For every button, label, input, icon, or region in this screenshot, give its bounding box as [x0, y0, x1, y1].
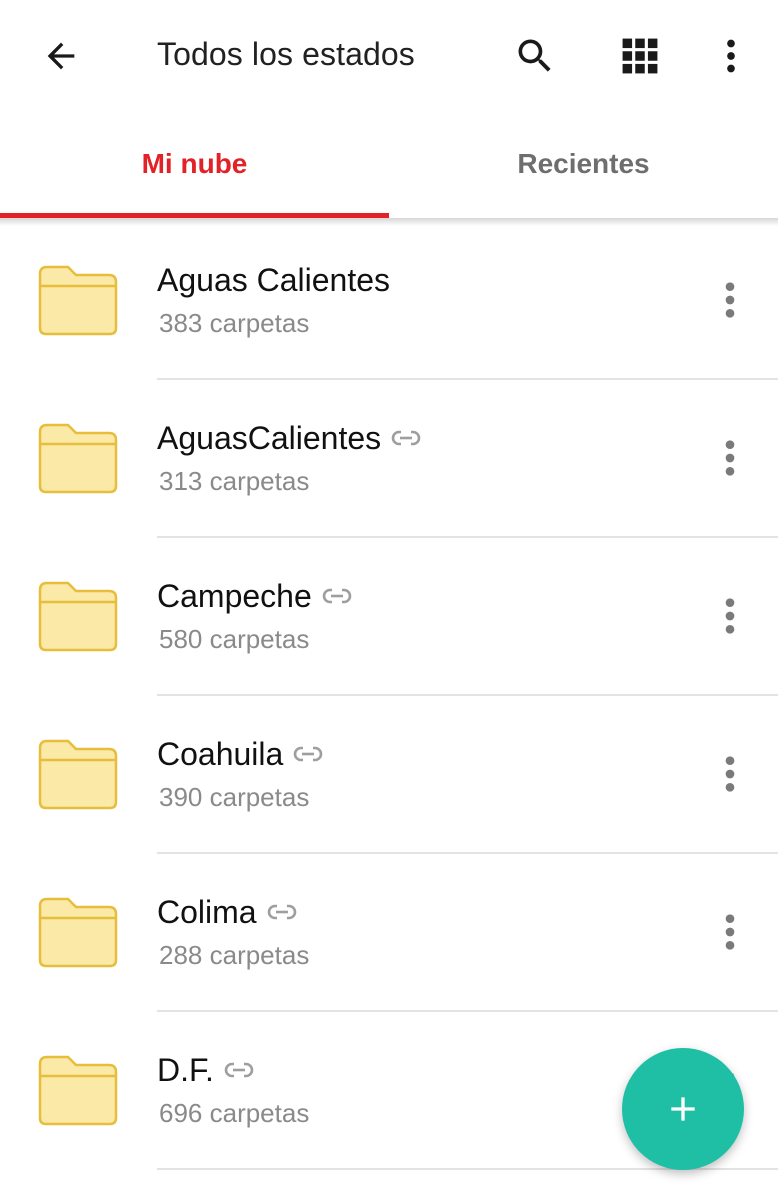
add-fab-button[interactable] [622, 1048, 744, 1170]
item-more-button[interactable] [710, 910, 750, 954]
folder-name: Colima [157, 893, 257, 930]
tab-label: Recientes [517, 148, 650, 179]
more-options-button[interactable] [703, 28, 759, 84]
search-button[interactable] [507, 28, 563, 84]
folder-list: Aguas Calientes 383 carpetas AguasCalien… [0, 222, 778, 1170]
folder-name: D.F. [157, 1051, 214, 1088]
more-vertical-icon [725, 756, 735, 792]
page-title: Todos los estados [157, 36, 415, 72]
app-root: Todos los estados Mi nube Recientes Agua… [0, 0, 778, 1200]
folder-count: 313 carpetas [159, 466, 310, 496]
folder-icon [38, 581, 118, 652]
back-button[interactable] [33, 28, 89, 84]
more-vertical-icon [725, 440, 735, 476]
link-icon [322, 587, 352, 605]
folder-name: Coahuila [157, 735, 284, 772]
list-item[interactable]: Aguas Calientes 383 carpetas [0, 222, 778, 380]
folder-icon [38, 1055, 118, 1126]
grid-view-button[interactable] [612, 28, 668, 84]
search-icon [518, 39, 551, 72]
more-vertical-icon [727, 39, 735, 73]
folder-icon [38, 423, 118, 494]
more-vertical-icon [725, 914, 735, 950]
tab-mi-nube[interactable]: Mi nube [0, 110, 389, 218]
plus-icon [671, 1097, 695, 1121]
tab-label: Mi nube [141, 148, 248, 179]
item-more-button[interactable] [710, 278, 750, 322]
folder-name: Aguas Calientes [157, 261, 391, 298]
folder-name: Campeche [157, 577, 312, 614]
item-more-button[interactable] [710, 752, 750, 796]
folder-count: 288 carpetas [159, 940, 310, 970]
folder-icon [38, 897, 118, 968]
item-more-button[interactable] [710, 436, 750, 480]
more-vertical-icon [725, 598, 735, 634]
arrow-left-icon [47, 42, 75, 70]
more-vertical-icon [725, 282, 735, 318]
link-icon [391, 429, 421, 447]
folder-count: 696 carpetas [159, 1098, 310, 1128]
folder-count: 390 carpetas [159, 782, 310, 812]
tab-recientes[interactable]: Recientes [389, 110, 778, 218]
item-more-button[interactable] [710, 594, 750, 638]
folder-icon [38, 739, 118, 810]
folder-name: AguasCalientes [157, 419, 382, 456]
list-item[interactable]: Colima 288 carpetas [0, 854, 778, 1012]
folder-icon [38, 265, 118, 336]
folder-count: 580 carpetas [159, 624, 310, 654]
list-item[interactable]: AguasCalientes 313 carpetas [0, 380, 778, 538]
list-item[interactable]: Campeche 580 carpetas [0, 538, 778, 696]
top-app-bar: Todos los estados [0, 0, 778, 110]
list-item[interactable]: Coahuila 390 carpetas [0, 696, 778, 854]
link-icon [294, 745, 323, 763]
folder-count: 383 carpetas [159, 308, 310, 338]
link-icon [267, 903, 296, 921]
grid-view-icon [622, 38, 658, 74]
link-icon [224, 1061, 254, 1079]
tab-bar: Mi nube Recientes [0, 110, 778, 218]
